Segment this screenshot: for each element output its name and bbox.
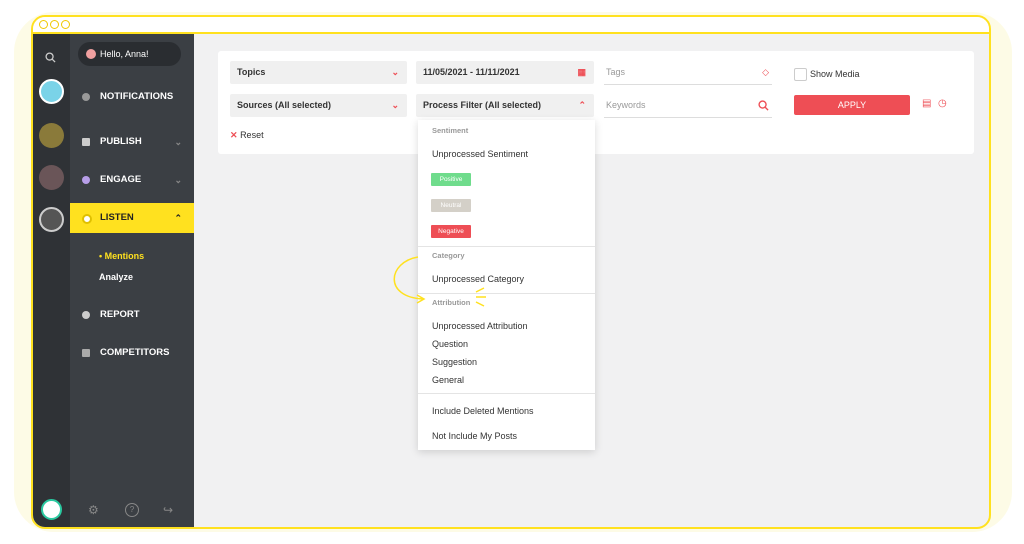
option-suggestion[interactable]: Suggestion: [432, 357, 477, 367]
sidebar-subitem-mentions[interactable]: • Mentions: [99, 251, 144, 261]
chevron-down-icon: ⌄: [391, 100, 399, 110]
chevron-up-icon: ⌃: [578, 100, 586, 110]
window-dot-icon: [50, 20, 59, 29]
option-general[interactable]: General: [432, 375, 464, 385]
brand-logo-icon: [41, 499, 62, 520]
chevron-down-icon: ⌄: [174, 137, 182, 147]
option-question[interactable]: Question: [432, 339, 468, 349]
show-media-label: Show Media: [810, 69, 860, 79]
option-neutral[interactable]: Neutral: [431, 199, 471, 212]
chevron-down-icon: ⌄: [391, 67, 399, 77]
chevron-down-icon: ⌄: [174, 175, 182, 185]
user-greeting[interactable]: Hello, Anna!: [78, 42, 181, 66]
window-titlebar: [33, 17, 989, 34]
tags-input[interactable]: Tags ◇: [604, 61, 772, 85]
account-avatar-icon[interactable]: [39, 165, 64, 190]
window-dot-icon: [61, 20, 70, 29]
filter-panel: Topics ⌄ 11/05/2021 - 11/11/2021 ▦ Tags ◇ S…: [218, 51, 974, 154]
process-filter-select[interactable]: Process Filter (All selected) ⌃: [416, 94, 594, 117]
option-positive[interactable]: Positive: [431, 173, 471, 186]
reset-button[interactable]: ✕ Reset: [230, 130, 264, 141]
sidebar-subitem-analyze[interactable]: Analyze: [99, 272, 133, 282]
sidebar-item-publish[interactable]: PUBLISH ⌄: [70, 127, 194, 157]
divider: [418, 246, 595, 247]
competitors-icon: [82, 349, 90, 357]
sources-select[interactable]: Sources (All selected) ⌄: [230, 94, 407, 117]
option-not-include-my-posts[interactable]: Not Include My Posts: [432, 431, 517, 441]
keywords-input[interactable]: Keywords: [604, 94, 772, 118]
sidebar-item-notifications[interactable]: NOTIFICATIONS: [70, 82, 194, 112]
publish-icon: [82, 138, 90, 146]
sidebar-item-listen[interactable]: LISTEN ⌃: [70, 203, 194, 233]
logout-icon[interactable]: ↪: [163, 503, 173, 517]
option-negative[interactable]: Negative: [431, 225, 471, 238]
show-media-checkbox[interactable]: [794, 68, 807, 81]
sidebar-item-competitors[interactable]: COMPETITORS: [70, 338, 194, 368]
sidebar-item-engage[interactable]: ENGAGE ⌄: [70, 165, 194, 195]
topics-select[interactable]: Topics ⌄: [230, 61, 407, 84]
divider: [418, 393, 595, 394]
app-window: Hello, Anna! NOTIFICATIONS PUBLISH ⌄ ENGA…: [31, 15, 991, 529]
option-unprocessed-attribution[interactable]: Unprocessed Attribution: [432, 321, 528, 331]
icon-rail: [33, 34, 70, 527]
date-range-picker[interactable]: 11/05/2021 - 11/11/2021 ▦: [416, 61, 594, 84]
window-dot-icon: [39, 20, 48, 29]
search-icon[interactable]: [45, 52, 56, 63]
search-icon: [758, 100, 769, 111]
annotation-arrow-icon: [393, 256, 486, 307]
apply-button[interactable]: APPLY: [794, 95, 910, 115]
schedule-report-icon[interactable]: ◷: [938, 98, 947, 109]
avatar: [86, 49, 96, 59]
pdf-icon[interactable]: ▤: [922, 98, 931, 109]
option-include-deleted-mentions[interactable]: Include Deleted Mentions: [432, 406, 534, 416]
report-icon: [82, 311, 90, 319]
account-avatar-icon[interactable]: [39, 123, 64, 148]
settings-icon[interactable]: ⚙: [88, 503, 99, 517]
chevron-up-icon: ⌃: [174, 213, 182, 223]
help-icon[interactable]: ?: [125, 503, 139, 517]
sidebar-item-report[interactable]: REPORT: [70, 300, 194, 330]
option-unprocessed-sentiment[interactable]: Unprocessed Sentiment: [432, 149, 528, 159]
listen-icon: [82, 214, 92, 224]
notifications-icon: [82, 93, 90, 101]
engage-icon: [82, 176, 90, 184]
calendar-icon: ▦: [577, 67, 586, 77]
tag-icon: ◇: [762, 67, 769, 77]
account-avatar-icon[interactable]: [39, 207, 64, 232]
sentiment-header: Sentiment: [432, 126, 469, 135]
close-icon: ✕: [230, 130, 238, 140]
account-avatar-icon[interactable]: [39, 79, 64, 104]
